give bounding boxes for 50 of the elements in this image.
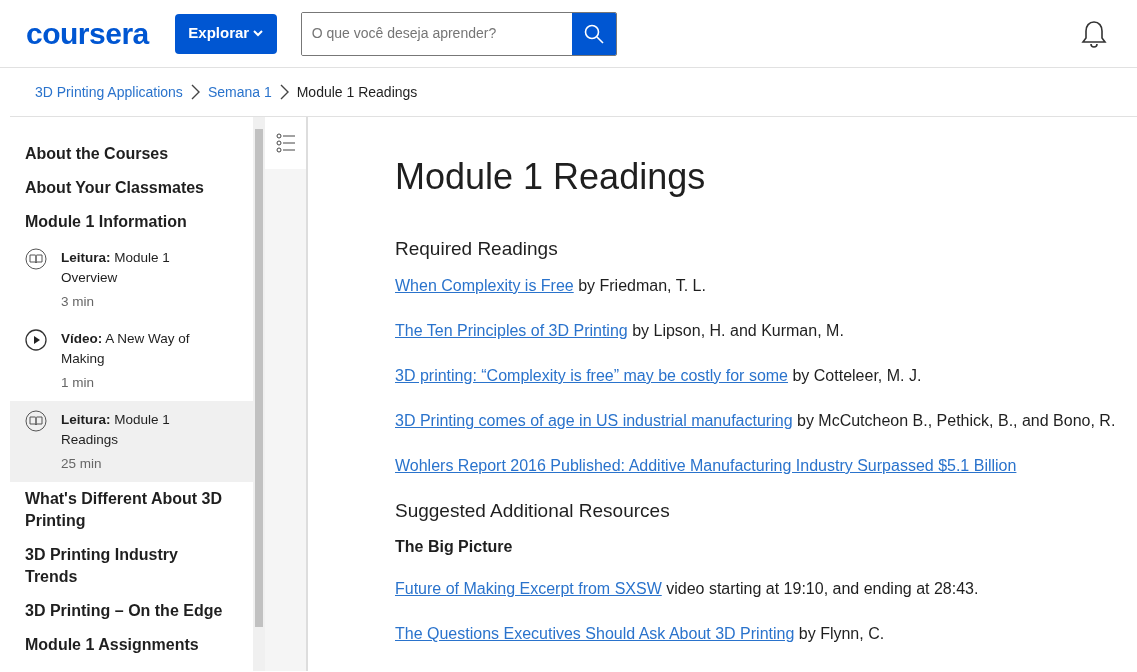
breadcrumb-link[interactable]: Semana 1 — [207, 81, 272, 103]
reference-text: 3D printing: “Complexity is free” may be costly for some by Cotteleer, M. J. — [395, 366, 923, 386]
reference-text: When Complexity is Free by Friedman, T. L. — [395, 276, 707, 296]
explore-button[interactable]: Explorar — [174, 13, 277, 54]
sidebar-section[interactable]: Module 1 Assignments — [10, 628, 238, 662]
reference-link[interactable]: The Questions Executives Should Ask About 3D Printing — [395, 624, 795, 642]
reference-link[interactable]: 3D Printing comes of age in US industrial manufacturing — [395, 412, 793, 429]
search-button[interactable] — [571, 12, 616, 55]
section-heading: Suggested Additional Resources — [395, 500, 671, 523]
subheading: The Big Picture — [395, 536, 514, 556]
lesson-item[interactable]: Leitura: Module 1 Readings 25 min — [10, 401, 253, 482]
lesson-item[interactable]: Vídeo: A New Way of Making 1 min — [10, 320, 253, 401]
reference-link[interactable]: When Complexity is Free — [395, 277, 574, 294]
sidebar-section[interactable]: What's Different About 3D Printing — [10, 482, 238, 538]
breadcrumb-link[interactable]: 3D Printing Applications — [35, 81, 183, 103]
book-icon — [25, 248, 47, 270]
reference-text: 3D Printing comes of age in US industrial manufacturing by McCutcheon B., Pethick, B., and Bono, R. — [395, 411, 1117, 431]
scrollbar[interactable] — [253, 117, 265, 671]
reference-text: Future of Making Excerpt from SXSW video starting at 19:10, and ending at 28:43. — [395, 578, 980, 599]
list-icon[interactable] — [275, 133, 296, 153]
bell-icon[interactable] — [1081, 19, 1107, 48]
breadcrumb-current: Module 1 Readings — [296, 82, 418, 102]
reference-link[interactable]: Future of Making Excerpt from SXSW — [395, 579, 662, 597]
lesson-duration: 3 min — [61, 293, 95, 311]
logo[interactable]: coursera — [26, 11, 149, 56]
reference-link[interactable]: The Ten Principles of 3D Printing — [395, 322, 628, 339]
reference-text: The Questions Executives Should Ask About 3D Printing by Flynn, C. — [395, 623, 886, 644]
book-icon — [25, 410, 47, 432]
chevron-right-icon — [279, 84, 289, 100]
lesson-item[interactable]: Leitura: Module 1 Overview 3 min — [10, 239, 253, 320]
lesson-title: Vídeo: A New Way of Making — [61, 330, 191, 368]
lesson-duration: 25 min — [61, 455, 103, 473]
lesson-title: Leitura: Module 1 Overview — [61, 249, 171, 287]
page-title: Module 1 Readings — [395, 155, 707, 199]
lesson-duration: 1 min — [61, 374, 95, 392]
sidebar-section[interactable]: 3D Printing Industry Trends — [10, 538, 238, 594]
sidebar-section[interactable]: Module 1 Information — [10, 205, 238, 239]
sidebar-section[interactable]: About the Courses — [10, 137, 238, 171]
chevron-right-icon — [190, 84, 200, 100]
reference-text: The Ten Principles of 3D Printing by Lipson, H. and Kurman, M. — [395, 321, 845, 341]
sidebar-section[interactable]: 3D Printing – On the Edge — [10, 594, 238, 628]
play-icon — [25, 329, 47, 351]
sidebar-section[interactable]: About Your Classmates — [10, 171, 238, 205]
reference-link[interactable]: 3D printing: “Complexity is free” may be costly for some — [395, 367, 788, 384]
lesson-title: Leitura: Module 1 Readings — [61, 411, 171, 449]
chevron-down-icon — [253, 30, 264, 37]
search-icon — [583, 23, 604, 44]
reference-link[interactable]: Wohlers Report 2016 Published: Additive Manufacturing Industry Surpassed $5.1 Billion — [395, 457, 1017, 474]
section-heading: Required Readings — [395, 238, 559, 261]
search-field[interactable]: O que você deseja aprender? — [300, 11, 617, 56]
